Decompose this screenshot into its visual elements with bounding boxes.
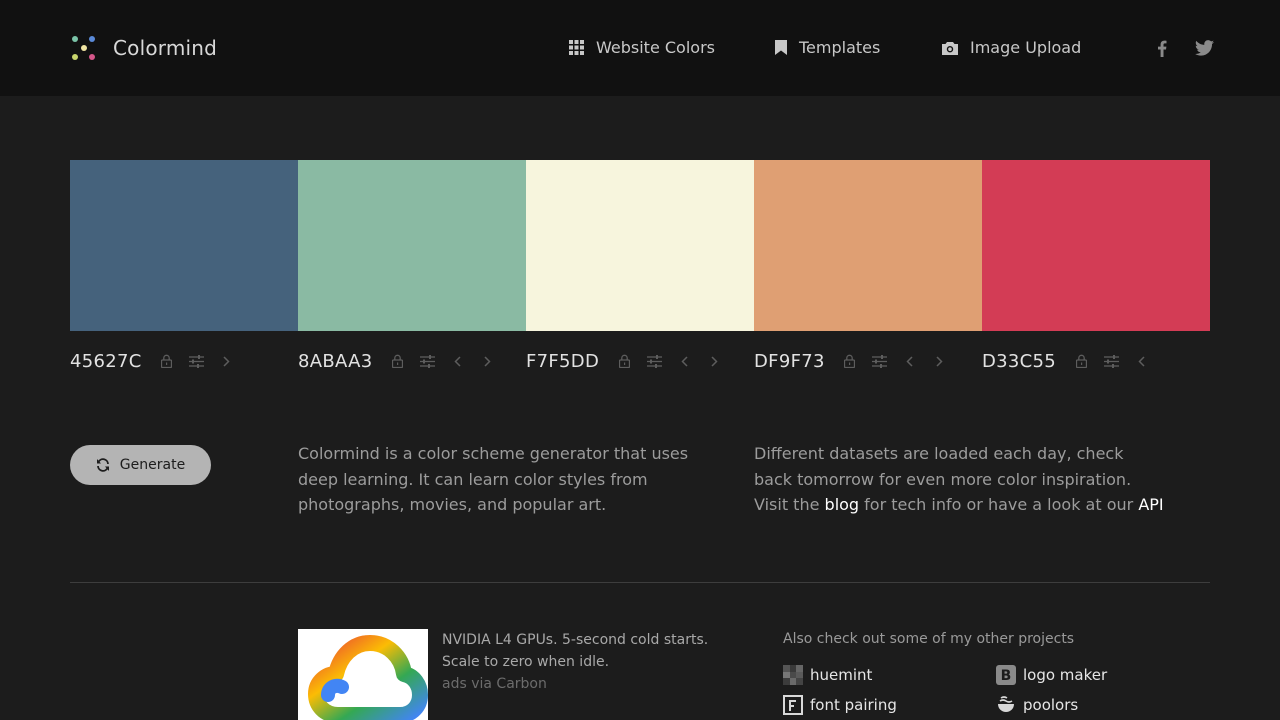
project-label: logo maker xyxy=(1023,666,1108,684)
swatch-controls: 45627C xyxy=(70,348,248,374)
nav-label: Templates xyxy=(799,38,881,57)
palette-swatches xyxy=(70,160,1210,331)
color-swatch[interactable] xyxy=(70,160,298,331)
hex-code[interactable]: 8ABAA3 xyxy=(298,351,373,372)
hex-code[interactable]: 45627C xyxy=(70,351,142,372)
adjust-icon[interactable] xyxy=(419,352,437,370)
lock-icon[interactable] xyxy=(158,352,176,370)
brand-name: Colormind xyxy=(113,36,218,60)
chevron-left-icon[interactable] xyxy=(901,352,919,370)
chevron-right-icon[interactable] xyxy=(218,352,236,370)
lock-icon[interactable] xyxy=(841,352,859,370)
refresh-icon xyxy=(96,458,110,472)
api-link[interactable]: API xyxy=(1138,495,1163,514)
adjust-icon[interactable] xyxy=(871,352,889,370)
adjust-icon[interactable] xyxy=(1102,352,1120,370)
colormind-logo-icon xyxy=(70,34,98,62)
generate-button[interactable]: Generate xyxy=(70,445,211,485)
cloud-logo-icon xyxy=(308,635,428,720)
chevron-right-icon[interactable] xyxy=(479,352,497,370)
brand-logo[interactable]: Colormind xyxy=(70,34,217,62)
project-link-logo-maker[interactable]: B logo maker xyxy=(996,665,1107,685)
hex-code[interactable]: F7F5DD xyxy=(526,351,599,372)
svg-text:B: B xyxy=(1001,668,1012,684)
chevron-left-icon[interactable] xyxy=(1132,352,1150,370)
adjust-icon[interactable] xyxy=(645,352,663,370)
facebook-icon[interactable] xyxy=(1152,38,1172,58)
chevron-right-icon[interactable] xyxy=(705,352,723,370)
hex-code[interactable]: D33C55 xyxy=(982,351,1056,372)
ad-message: NVIDIA L4 GPUs. 5-second cold starts. Sc… xyxy=(442,632,709,670)
blog-link[interactable]: blog xyxy=(825,495,860,514)
color-swatch[interactable] xyxy=(298,160,526,331)
projects-heading: Also check out some of my other projects xyxy=(783,631,1075,647)
project-link-poolors[interactable]: poolors xyxy=(996,695,1078,715)
ad-attribution[interactable]: ads via Carbon xyxy=(442,673,712,695)
chevron-left-icon[interactable] xyxy=(675,352,693,370)
nav-templates[interactable]: Templates xyxy=(775,38,880,57)
camera-icon xyxy=(942,41,958,55)
swatch-controls: F7F5DD xyxy=(526,348,735,374)
swatch-controls: D33C55 xyxy=(982,348,1162,374)
nav-image-upload[interactable]: Image Upload xyxy=(942,38,1081,57)
nav-label: Website Colors xyxy=(596,38,715,57)
lock-icon[interactable] xyxy=(1072,352,1090,370)
bookmark-icon xyxy=(775,40,787,55)
color-swatch[interactable] xyxy=(982,160,1210,331)
project-label: huemint xyxy=(810,666,873,684)
nav-label: Image Upload xyxy=(970,38,1082,57)
hex-code[interactable]: DF9F73 xyxy=(754,351,825,372)
project-link-huemint[interactable]: huemint xyxy=(783,665,872,685)
poolors-icon xyxy=(996,695,1016,715)
grid-icon xyxy=(569,40,584,55)
project-link-font-pairing[interactable]: font pairing xyxy=(783,695,897,715)
swatch-controls: DF9F73 xyxy=(754,348,961,374)
swatch-controls: 8ABAA3 xyxy=(298,348,509,374)
lock-icon[interactable] xyxy=(615,352,633,370)
logo-maker-icon: B xyxy=(996,665,1016,685)
generate-label: Generate xyxy=(119,457,186,473)
huemint-icon xyxy=(783,665,803,685)
ad-copy[interactable]: NVIDIA L4 GPUs. 5-second cold starts. Sc… xyxy=(442,629,712,695)
chevron-left-icon[interactable] xyxy=(449,352,467,370)
top-bar: Colormind Website Colors Templates Image… xyxy=(0,0,1280,96)
nav-website-colors[interactable]: Website Colors xyxy=(569,38,715,57)
color-swatch[interactable] xyxy=(526,160,754,331)
lock-icon[interactable] xyxy=(389,352,407,370)
section-divider xyxy=(70,582,1210,583)
project-label: font pairing xyxy=(810,696,897,714)
chevron-right-icon[interactable] xyxy=(931,352,949,370)
color-swatch[interactable] xyxy=(754,160,982,331)
datasets-text-part: for tech info or have a look at our xyxy=(859,495,1139,514)
datasets-text: Different datasets are loaded each day, … xyxy=(754,441,1164,518)
project-label: poolors xyxy=(1023,696,1079,714)
intro-text: Colormind is a color scheme generator th… xyxy=(298,444,689,514)
twitter-icon[interactable] xyxy=(1194,38,1214,58)
font-pairing-icon xyxy=(783,695,803,715)
ad-image[interactable] xyxy=(298,629,428,720)
adjust-icon[interactable] xyxy=(188,352,206,370)
